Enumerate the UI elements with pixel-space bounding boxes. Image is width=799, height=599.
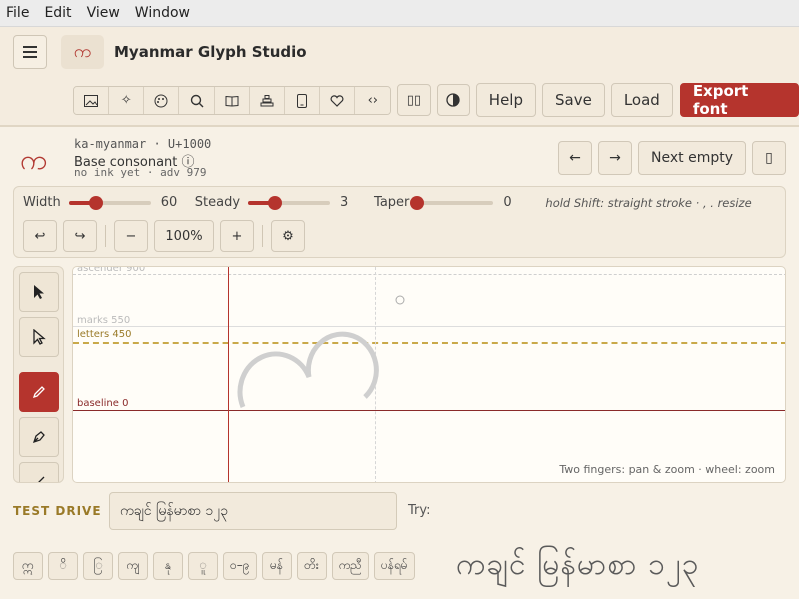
stack-icon[interactable] (249, 86, 285, 114)
test-preview: ကချင် မြန်မာစာ ၁၂၃ (456, 547, 700, 582)
sample-buttons: ဣ ိ ြ ကျ နု ူ ၀–၉ မန် တိး ကညီ ပန်ရမ် (13, 552, 415, 580)
taper-label: Taper (374, 195, 410, 210)
split-view-icon[interactable]: ▯▯ (397, 84, 431, 116)
try-label: Try: (408, 503, 431, 518)
phone-icon[interactable] (284, 86, 321, 114)
edit-controls: ↩ ↪ − 100% + ⚙ (23, 220, 311, 252)
direct-select-tool[interactable] (19, 317, 59, 357)
canvas-hint: Two fingers: pan & zoom · wheel: zoom (559, 463, 775, 476)
bookmark-button[interactable]: ▯ (752, 141, 786, 175)
main-toolbar: ✧ ‹› ▯▯ Help Save Load Export font (73, 82, 799, 118)
test-drive-input[interactable]: ကချင် မြန်မာစာ ၁၂၃ (109, 492, 397, 530)
menu-file[interactable]: File (6, 5, 29, 21)
width-slider[interactable] (68, 195, 151, 210)
sparkle-icon[interactable]: ✧ (109, 86, 145, 114)
code-icon[interactable]: ‹› (355, 86, 391, 114)
heart-icon[interactable] (320, 86, 356, 114)
sample-button[interactable]: ြ (83, 552, 113, 580)
contrast-icon[interactable] (436, 84, 470, 116)
next-glyph-button[interactable]: → (598, 141, 633, 175)
glyph-navigation: ← → Next empty ▯ (558, 141, 786, 175)
menu-icon (23, 46, 37, 58)
glyph-info-bar: က ka-myanmar · U+1000 Base consonant ⓘ n… (0, 129, 799, 185)
zoom-out-button[interactable]: − (114, 220, 148, 252)
hamburger-menu-button[interactable] (13, 35, 47, 69)
load-button[interactable]: Load (610, 83, 673, 117)
save-button[interactable]: Save (542, 83, 605, 117)
steady-value: 3 (340, 195, 349, 210)
pencil-icon (32, 386, 45, 399)
app-logo: က (61, 35, 104, 69)
steady-slider[interactable] (248, 195, 331, 210)
pen-nib-icon (32, 431, 45, 444)
sample-button[interactable]: မန် (261, 552, 292, 580)
tool-palette (13, 266, 64, 483)
glyph-preview: က (20, 143, 48, 176)
sample-button[interactable]: ၀–၉ (223, 552, 257, 580)
menu-view[interactable]: View (87, 5, 120, 21)
menu-edit[interactable]: Edit (44, 5, 71, 21)
width-value: 60 (160, 195, 178, 210)
prev-glyph-button[interactable]: ← (558, 141, 593, 175)
app-title: Myanmar Glyph Studio (114, 43, 307, 61)
select-tool[interactable] (19, 272, 59, 312)
steady-label: Steady (194, 195, 241, 210)
menu-window[interactable]: Window (135, 5, 190, 21)
settings-button[interactable]: ⚙ (271, 220, 305, 252)
redo-button[interactable]: ↪ (63, 220, 97, 252)
pencil-tool[interactable] (19, 372, 59, 412)
line-tool[interactable] (19, 462, 59, 482)
palette-icon[interactable] (144, 86, 180, 114)
taper-value: 0 (503, 195, 512, 210)
sample-button[interactable]: ူ (188, 552, 218, 580)
glyph-name: ka-myanmar · U+1000 (74, 137, 212, 151)
sample-button[interactable]: ဣ (13, 552, 43, 580)
sample-button[interactable]: တိး (296, 552, 327, 580)
slider-row: Width 60 Steady 3 Taper 0 hold Shift: st… (23, 195, 752, 210)
undo-button[interactable]: ↩ (23, 220, 57, 252)
menu-bar: File Edit View Window (0, 0, 799, 27)
pen-tool[interactable] (19, 417, 59, 457)
zoom-level[interactable]: 100% (154, 220, 214, 252)
sample-button[interactable]: နု (153, 552, 183, 580)
width-label: Width (23, 195, 61, 210)
divider (262, 225, 263, 247)
hollow-arrow-icon (33, 329, 46, 345)
book-icon[interactable] (214, 86, 250, 114)
app-header: က Myanmar Glyph Studio ✧ ‹› ▯▯ Help Save… (0, 27, 799, 127)
taper-slider[interactable] (410, 195, 494, 210)
next-empty-button[interactable]: Next empty (638, 141, 746, 175)
sample-button[interactable]: ကျ (118, 552, 148, 580)
glyph-status: no ink yet · adv 979 (74, 166, 207, 179)
export-font-button[interactable]: Export font (679, 82, 799, 118)
zoom-in-button[interactable]: + (220, 220, 254, 252)
brush-hint: hold Shift: straight stroke · , . resize (545, 195, 752, 210)
search-icon[interactable] (179, 86, 215, 114)
help-button[interactable]: Help (475, 83, 536, 117)
brush-panel: Width 60 Steady 3 Taper 0 hold Shift: st… (13, 186, 786, 258)
drawing-canvas[interactable]: ascender 900 marks 550 letters 450 basel… (72, 266, 786, 483)
test-drive-label: TEST DRIVE (13, 504, 102, 518)
image-icon[interactable] (74, 86, 110, 114)
line-icon (38, 476, 45, 482)
toolbar-icon-group: ✧ ‹› (73, 85, 392, 115)
reference-glyph (237, 295, 405, 408)
divider (105, 225, 106, 247)
sample-button[interactable]: ပန်ရမ် (373, 552, 415, 580)
sample-button[interactable]: ကညီ (331, 552, 369, 580)
arrow-icon (34, 285, 44, 299)
sample-button[interactable]: ိ (48, 552, 78, 580)
